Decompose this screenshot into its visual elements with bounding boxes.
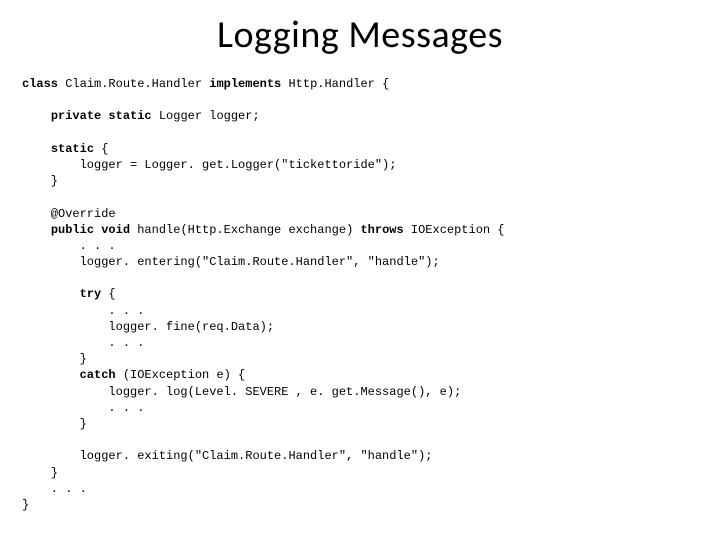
slide-title: Logging Messages	[0, 12, 720, 58]
code-line: }	[22, 174, 58, 188]
code-text: Http.Handler {	[281, 77, 389, 91]
code-indent	[22, 287, 80, 301]
code-line: logger. fine(req.Data);	[22, 320, 274, 334]
kw-catch: catch	[80, 368, 116, 382]
code-line: }	[22, 466, 58, 480]
code-block: class Claim.Route.Handler implements Htt…	[22, 76, 720, 513]
code-line: @Override	[22, 207, 116, 221]
code-text: Logger logger;	[152, 109, 260, 123]
code-line: . . .	[22, 401, 144, 415]
kw-public-void: public void	[51, 223, 130, 237]
code-indent	[22, 109, 51, 123]
code-line: logger. entering("Claim.Route.Handler", …	[22, 255, 440, 269]
code-text: {	[94, 142, 108, 156]
kw-throws: throws	[360, 223, 403, 237]
code-line: }	[22, 352, 87, 366]
code-indent	[22, 368, 80, 382]
kw-private-static: private static	[51, 109, 152, 123]
code-text: {	[101, 287, 115, 301]
code-line: logger. log(Level. SEVERE , e. get.Messa…	[22, 385, 461, 399]
code-line: . . .	[22, 304, 144, 318]
code-line: }	[22, 498, 29, 512]
code-line: }	[22, 417, 87, 431]
code-text: handle(Http.Exchange exchange)	[130, 223, 360, 237]
code-line: logger. exiting("Claim.Route.Handler", "…	[22, 449, 432, 463]
code-text: IOException {	[404, 223, 505, 237]
code-indent	[22, 223, 51, 237]
code-line: . . .	[22, 336, 144, 350]
kw-static: static	[51, 142, 94, 156]
kw-class: class	[22, 77, 58, 91]
code-line: . . .	[22, 482, 87, 496]
code-line: logger = Logger. get.Logger("tickettorid…	[22, 158, 396, 172]
code-line: . . .	[22, 239, 116, 253]
code-indent	[22, 142, 51, 156]
kw-implements: implements	[209, 77, 281, 91]
code-text: Claim.Route.Handler	[58, 77, 209, 91]
code-text: (IOException e) {	[116, 368, 246, 382]
kw-try: try	[80, 287, 102, 301]
slide: Logging Messages class Claim.Route.Handl…	[0, 12, 720, 552]
